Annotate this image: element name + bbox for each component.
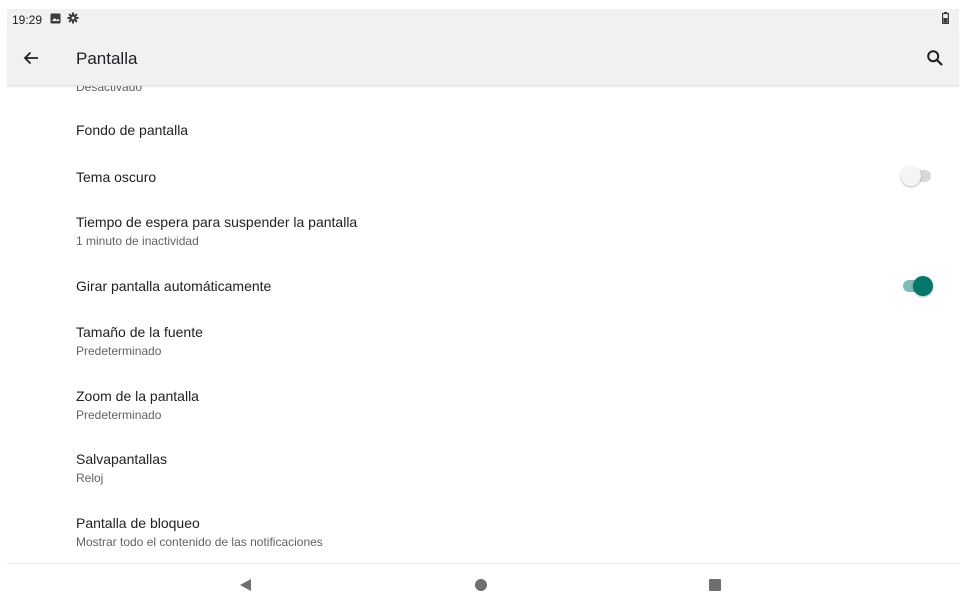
app-bar: Pantalla [7,30,959,86]
settings-screen: 19:29 Pantalla Desactivado Fondo de pant… [0,0,970,605]
list-item-zoom-pantalla[interactable]: Zoom de la pantalla Predeterminado [7,378,959,430]
item-summary: Predeterminado [76,344,162,358]
item-title: Tiempo de espera para suspender la panta… [76,214,358,230]
list-item-tamano-fuente[interactable]: Tamaño de la fuente Predeterminado [7,314,959,366]
item-title: Salvapantallas [76,451,168,467]
item-title: Tamaño de la fuente [76,324,203,340]
dark-theme-toggle[interactable] [901,166,933,186]
toggle-thumb [901,166,921,186]
list-item-girar-pantalla[interactable]: Girar pantalla automáticamente [7,262,959,308]
home-circle-icon [475,579,487,591]
list-item-salvapantallas[interactable]: Salvapantallas Reloj [7,442,959,494]
navigation-bar [7,563,959,605]
item-title: Zoom de la pantalla [76,388,199,404]
item-summary: Mostrar todo el contenido de las notific… [76,535,323,549]
list-item-tiempo-de-espera[interactable]: Tiempo de espera para suspender la panta… [7,204,959,256]
item-title: Fondo de pantalla [76,122,189,138]
status-right [942,12,950,27]
page-title: Pantalla [76,49,138,68]
nav-recents-button[interactable] [705,575,725,595]
status-icons [50,12,79,27]
nav-back-button[interactable] [236,575,256,595]
list-item-fondo-de-pantalla[interactable]: Fondo de pantalla [7,108,959,152]
back-button[interactable] [19,46,43,70]
image-icon [50,13,61,27]
search-button[interactable] [923,46,947,70]
list-item-tema-oscuro[interactable]: Tema oscuro [7,154,959,198]
status-bar: 19:29 [7,9,959,30]
item-summary: Reloj [76,471,104,485]
recents-square-icon [709,579,721,591]
gear-icon [67,12,79,27]
arrow-left-icon [23,51,38,65]
partial-item-summary: Desactivado [76,86,143,94]
item-title: Pantalla de bloqueo [76,515,200,531]
status-time: 19:29 [12,12,43,27]
auto-rotate-toggle[interactable] [901,276,933,296]
back-triangle-icon [240,579,251,591]
item-title: Tema oscuro [76,169,157,185]
settings-list[interactable]: Desactivado Fondo de pantalla Tema oscur… [7,86,959,562]
nav-home-button[interactable] [471,575,491,595]
search-icon [927,50,943,66]
list-item-pantalla-bloqueo[interactable]: Pantalla de bloqueo Mostrar todo el cont… [7,505,959,557]
toggle-thumb [913,276,933,296]
item-summary: Predeterminado [76,408,162,422]
item-title: Girar pantalla automáticamente [76,278,272,294]
battery-icon [942,12,950,27]
item-summary: 1 minuto de inactividad [76,234,199,248]
